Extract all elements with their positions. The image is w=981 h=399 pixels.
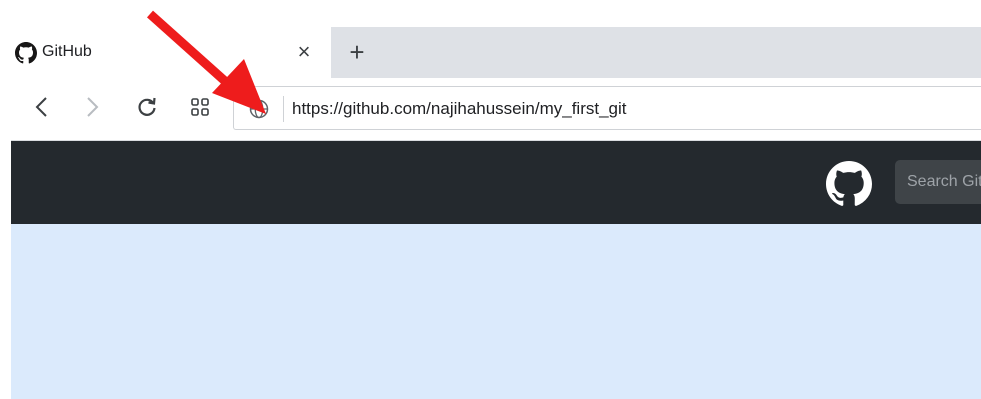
tab-strip: GitHub × + <box>11 0 981 78</box>
github-search-input[interactable]: Search GitHub <box>895 160 981 204</box>
screenshot-stage: GitHub × + https://github.com/najihahuss… <box>0 0 981 399</box>
apps-button[interactable] <box>185 92 215 122</box>
url-text[interactable]: https://github.com/najihahussein/my_firs… <box>292 99 627 119</box>
reload-button[interactable] <box>132 92 162 122</box>
chevron-right-icon <box>87 97 99 117</box>
apps-grid-icon <box>191 98 209 116</box>
tab-close-icon[interactable]: × <box>291 39 317 65</box>
browser-toolbar: https://github.com/najihahussein/my_firs… <box>11 78 981 141</box>
address-bar[interactable]: https://github.com/najihahussein/my_firs… <box>233 86 981 130</box>
github-mark-icon[interactable] <box>826 161 872 207</box>
tab-strip-background <box>331 27 981 78</box>
globe-icon[interactable] <box>248 98 270 120</box>
page-content <box>11 224 981 399</box>
address-bar-divider <box>283 96 284 122</box>
reload-icon <box>138 97 156 116</box>
github-header: Search GitHub <box>11 141 981 224</box>
tab-github[interactable]: GitHub × <box>11 27 331 78</box>
new-tab-button[interactable]: + <box>342 37 372 67</box>
chevron-left-icon <box>35 97 47 117</box>
forward-button[interactable] <box>77 92 107 122</box>
browser-window: GitHub × + https://github.com/najihahuss… <box>11 0 981 399</box>
back-button[interactable] <box>27 92 57 122</box>
tab-title: GitHub <box>42 43 92 60</box>
github-icon <box>15 42 37 64</box>
